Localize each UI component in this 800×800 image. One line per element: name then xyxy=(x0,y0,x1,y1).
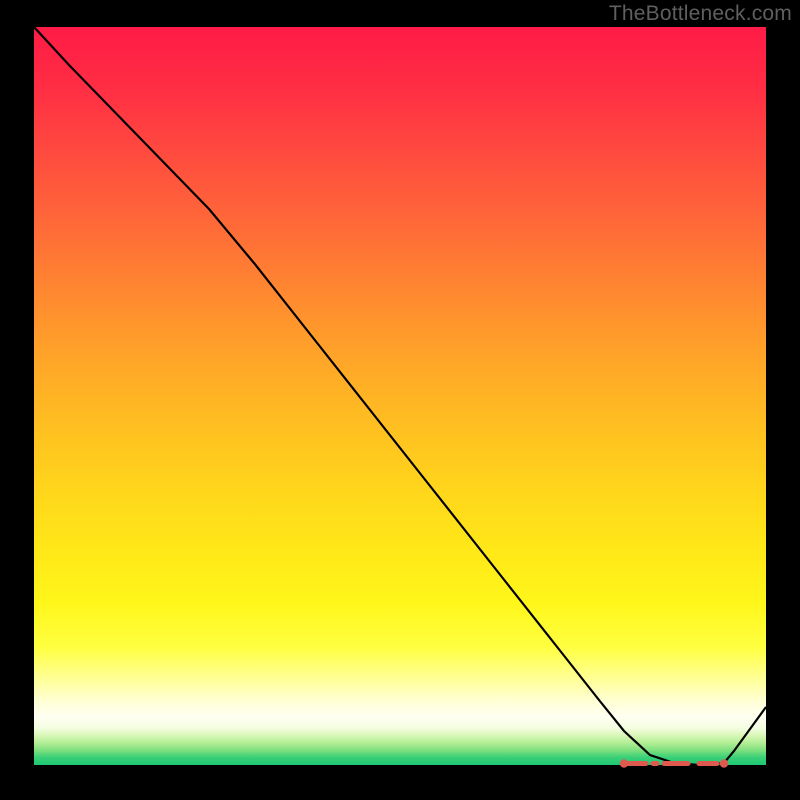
watermark-text: TheBottleneck.com xyxy=(609,2,792,26)
optimum-marker-start xyxy=(620,759,628,767)
plot-area xyxy=(34,27,766,765)
curve-line xyxy=(34,27,766,765)
optimum-markers xyxy=(620,759,728,767)
optimum-marker-end xyxy=(720,759,728,767)
chart-root: TheBottleneck.com xyxy=(0,0,800,800)
chart-svg xyxy=(34,27,766,765)
